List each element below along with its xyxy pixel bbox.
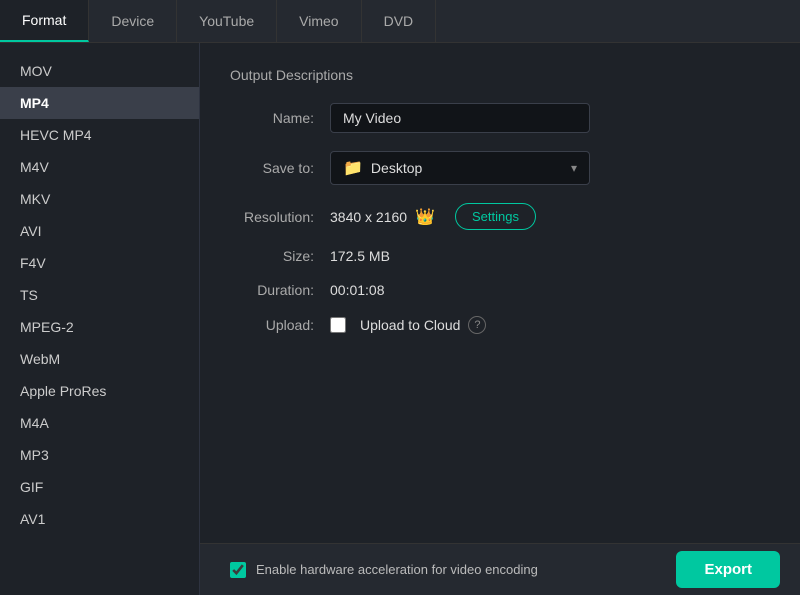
sidebar-item-m4v[interactable]: M4V: [0, 151, 199, 183]
save-to-row: Save to: 📁 Desktop ▾: [230, 151, 770, 185]
tab-vimeo[interactable]: Vimeo: [277, 0, 361, 42]
folder-icon: 📁: [343, 158, 363, 178]
sidebar-item-hevc-mp4[interactable]: HEVC MP4: [0, 119, 199, 151]
sidebar-item-m4a[interactable]: M4A: [0, 407, 199, 439]
tab-device-label: Device: [111, 13, 154, 29]
tab-vimeo-label: Vimeo: [299, 13, 338, 29]
size-row: Size: 172.5 MB: [230, 248, 770, 264]
chevron-down-icon: ▾: [571, 161, 577, 175]
save-to-value: Desktop: [371, 160, 422, 176]
content-panel: Output Descriptions Name: Save to: 📁 Des…: [200, 43, 800, 595]
tab-bar: Format Device YouTube Vimeo DVD: [0, 0, 800, 43]
sidebar-item-mkv[interactable]: MKV: [0, 183, 199, 215]
save-to-dropdown[interactable]: 📁 Desktop ▾: [330, 151, 590, 185]
resolution-row: Resolution: 3840 x 2160 👑 Settings: [230, 203, 770, 230]
sidebar-item-f4v[interactable]: F4V: [0, 247, 199, 279]
name-label: Name:: [230, 110, 330, 126]
size-value: 172.5 MB: [330, 248, 390, 264]
settings-button[interactable]: Settings: [455, 203, 536, 230]
sidebar-item-avi[interactable]: AVI: [0, 215, 199, 247]
hw-accel-area: Enable hardware acceleration for video e…: [230, 562, 538, 578]
upload-to-cloud-label: Upload to Cloud: [360, 317, 460, 333]
tab-format[interactable]: Format: [0, 0, 89, 42]
sidebar-item-av1[interactable]: AV1: [0, 503, 199, 535]
tab-dvd[interactable]: DVD: [362, 0, 437, 42]
sidebar-item-mp4[interactable]: MP4: [0, 87, 199, 119]
tab-dvd-label: DVD: [384, 13, 414, 29]
save-to-label: Save to:: [230, 160, 330, 176]
hw-accel-checkbox[interactable]: [230, 562, 246, 578]
export-button[interactable]: Export: [676, 551, 780, 588]
duration-row: Duration: 00:01:08: [230, 282, 770, 298]
sidebar-item-ts[interactable]: TS: [0, 279, 199, 311]
bottom-bar: Enable hardware acceleration for video e…: [200, 543, 800, 595]
name-input[interactable]: [330, 103, 590, 133]
upload-label: Upload:: [230, 317, 330, 333]
name-row: Name:: [230, 103, 770, 133]
duration-label: Duration:: [230, 282, 330, 298]
crown-icon: 👑: [415, 207, 435, 227]
main-layout: MOV MP4 HEVC MP4 M4V MKV AVI F4V TS MPEG…: [0, 43, 800, 595]
tab-format-label: Format: [22, 12, 66, 28]
upload-row: Upload: Upload to Cloud ?: [230, 316, 770, 334]
resolution-label: Resolution:: [230, 209, 330, 225]
resolution-value: 3840 x 2160: [330, 209, 407, 225]
tab-youtube-label: YouTube: [199, 13, 254, 29]
sidebar: MOV MP4 HEVC MP4 M4V MKV AVI F4V TS MPEG…: [0, 43, 200, 595]
size-label: Size:: [230, 248, 330, 264]
sidebar-item-webm[interactable]: WebM: [0, 343, 199, 375]
sidebar-item-apple-prores[interactable]: Apple ProRes: [0, 375, 199, 407]
sidebar-item-gif[interactable]: GIF: [0, 471, 199, 503]
tab-youtube[interactable]: YouTube: [177, 0, 277, 42]
output-form: Name: Save to: 📁 Desktop ▾ Resolution:: [230, 103, 770, 334]
help-icon[interactable]: ?: [468, 316, 486, 334]
duration-value: 00:01:08: [330, 282, 385, 298]
sidebar-item-mpeg2[interactable]: MPEG-2: [0, 311, 199, 343]
section-title: Output Descriptions: [230, 67, 770, 83]
sidebar-item-mov[interactable]: MOV: [0, 55, 199, 87]
sidebar-item-mp3[interactable]: MP3: [0, 439, 199, 471]
hw-accel-label: Enable hardware acceleration for video e…: [256, 562, 538, 577]
upload-to-cloud-checkbox[interactable]: [330, 317, 346, 333]
tab-device[interactable]: Device: [89, 0, 177, 42]
